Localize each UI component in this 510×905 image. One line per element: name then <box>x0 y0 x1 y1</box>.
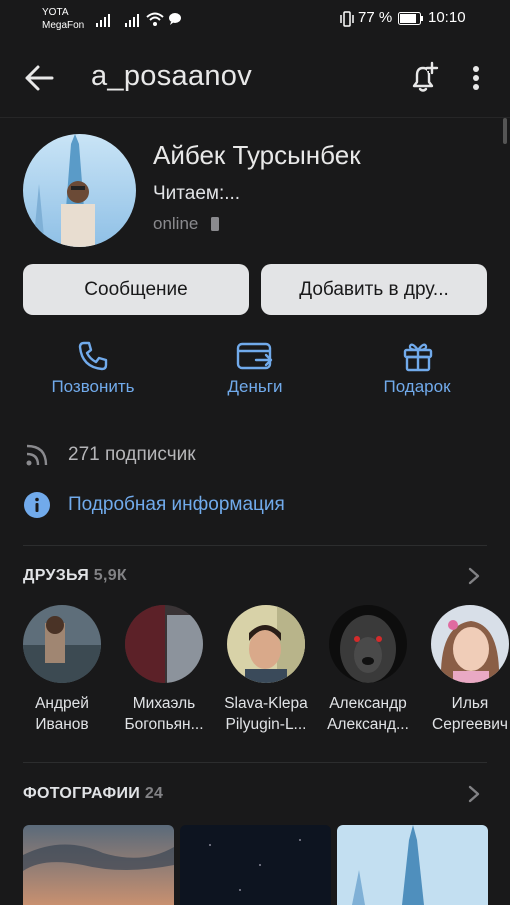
money-label: Деньги <box>227 377 283 396</box>
friend-avatar <box>431 605 509 683</box>
carrier-names: YOTA MegaFon <box>42 6 84 32</box>
chevron-right-icon[interactable] <box>466 566 482 586</box>
battery-percent: 77 % <box>358 9 393 26</box>
subscribers-icon <box>26 444 48 466</box>
friend-last-name: Богопьян... <box>124 716 204 733</box>
header-divider <box>0 117 510 118</box>
add-friend-button[interactable]: Добавить в дру... <box>261 264 487 315</box>
photo-thumbnail[interactable] <box>23 825 174 905</box>
message-notification-icon <box>169 13 181 25</box>
friend-first-name: Slava-Klepa <box>224 695 308 712</box>
friend-last-name: Сергеевич <box>432 716 508 733</box>
friend-avatar <box>125 605 203 683</box>
signal-icon-2 <box>125 14 139 27</box>
wifi-icon <box>146 12 164 26</box>
mobile-device-icon <box>211 217 219 231</box>
money-transfer-icon <box>236 342 273 370</box>
clock: 10:10 <box>428 9 466 26</box>
friend-first-name: Михаэль <box>132 695 196 712</box>
friend-last-name: Pilyugin-L... <box>225 716 307 733</box>
photos-header[interactable]: ФОТОГРАФИИ 24 <box>23 785 163 803</box>
section-divider <box>23 545 487 546</box>
profile-name: Айбек Турсынбек <box>153 140 361 170</box>
carrier-1: YOTA <box>42 7 69 18</box>
friend-last-name: Александ... <box>327 716 409 733</box>
section-divider <box>23 762 487 763</box>
gift-icon <box>403 343 433 372</box>
gift-label: Подарок <box>383 377 451 396</box>
friends-count: 5,9К <box>93 567 127 584</box>
friend-first-name: Александр <box>329 695 407 712</box>
friend-avatar <box>23 605 101 683</box>
vibrate-icon <box>340 11 354 27</box>
message-button[interactable]: Сообщение <box>23 264 249 315</box>
details-link[interactable]: Подробная информация <box>68 494 285 516</box>
chevron-right-icon[interactable] <box>466 784 482 804</box>
more-options-icon[interactable] <box>468 66 484 92</box>
signal-icon <box>96 14 110 27</box>
friend-avatar <box>329 605 407 683</box>
profile-status[interactable]: Читаем:... <box>153 183 240 205</box>
friend-first-name: Илья <box>451 695 489 712</box>
photos-count: 24 <box>144 785 164 802</box>
friend-avatar <box>227 605 305 683</box>
photos-title: ФОТОГРАФИИ <box>23 785 141 802</box>
avatar[interactable] <box>23 134 136 247</box>
friends-title: ДРУЗЬЯ <box>23 567 90 584</box>
photo-thumbnail[interactable] <box>337 825 488 905</box>
info-icon <box>24 492 50 518</box>
online-status: online <box>153 214 199 233</box>
subscribers-count[interactable]: 271 подписчик <box>68 444 196 466</box>
subscribe-bell-icon[interactable] <box>406 61 440 95</box>
call-label: Позвонить <box>51 377 135 396</box>
phone-icon <box>78 341 108 371</box>
avatar-photo <box>23 134 136 247</box>
battery-icon <box>398 12 423 25</box>
friend-first-name: Андрей <box>35 695 89 712</box>
friend-last-name: Иванов <box>35 716 89 733</box>
photo-thumbnail[interactable] <box>180 825 331 905</box>
scrollbar[interactable] <box>503 118 507 144</box>
back-arrow-icon[interactable] <box>24 64 54 92</box>
status-bar: YOTA MegaFon 77 % 10:10 <box>0 0 510 40</box>
carrier-2: MegaFon <box>42 20 85 31</box>
friends-header[interactable]: ДРУЗЬЯ 5,9К <box>23 567 127 585</box>
page-title: a_posaanov <box>91 60 253 92</box>
